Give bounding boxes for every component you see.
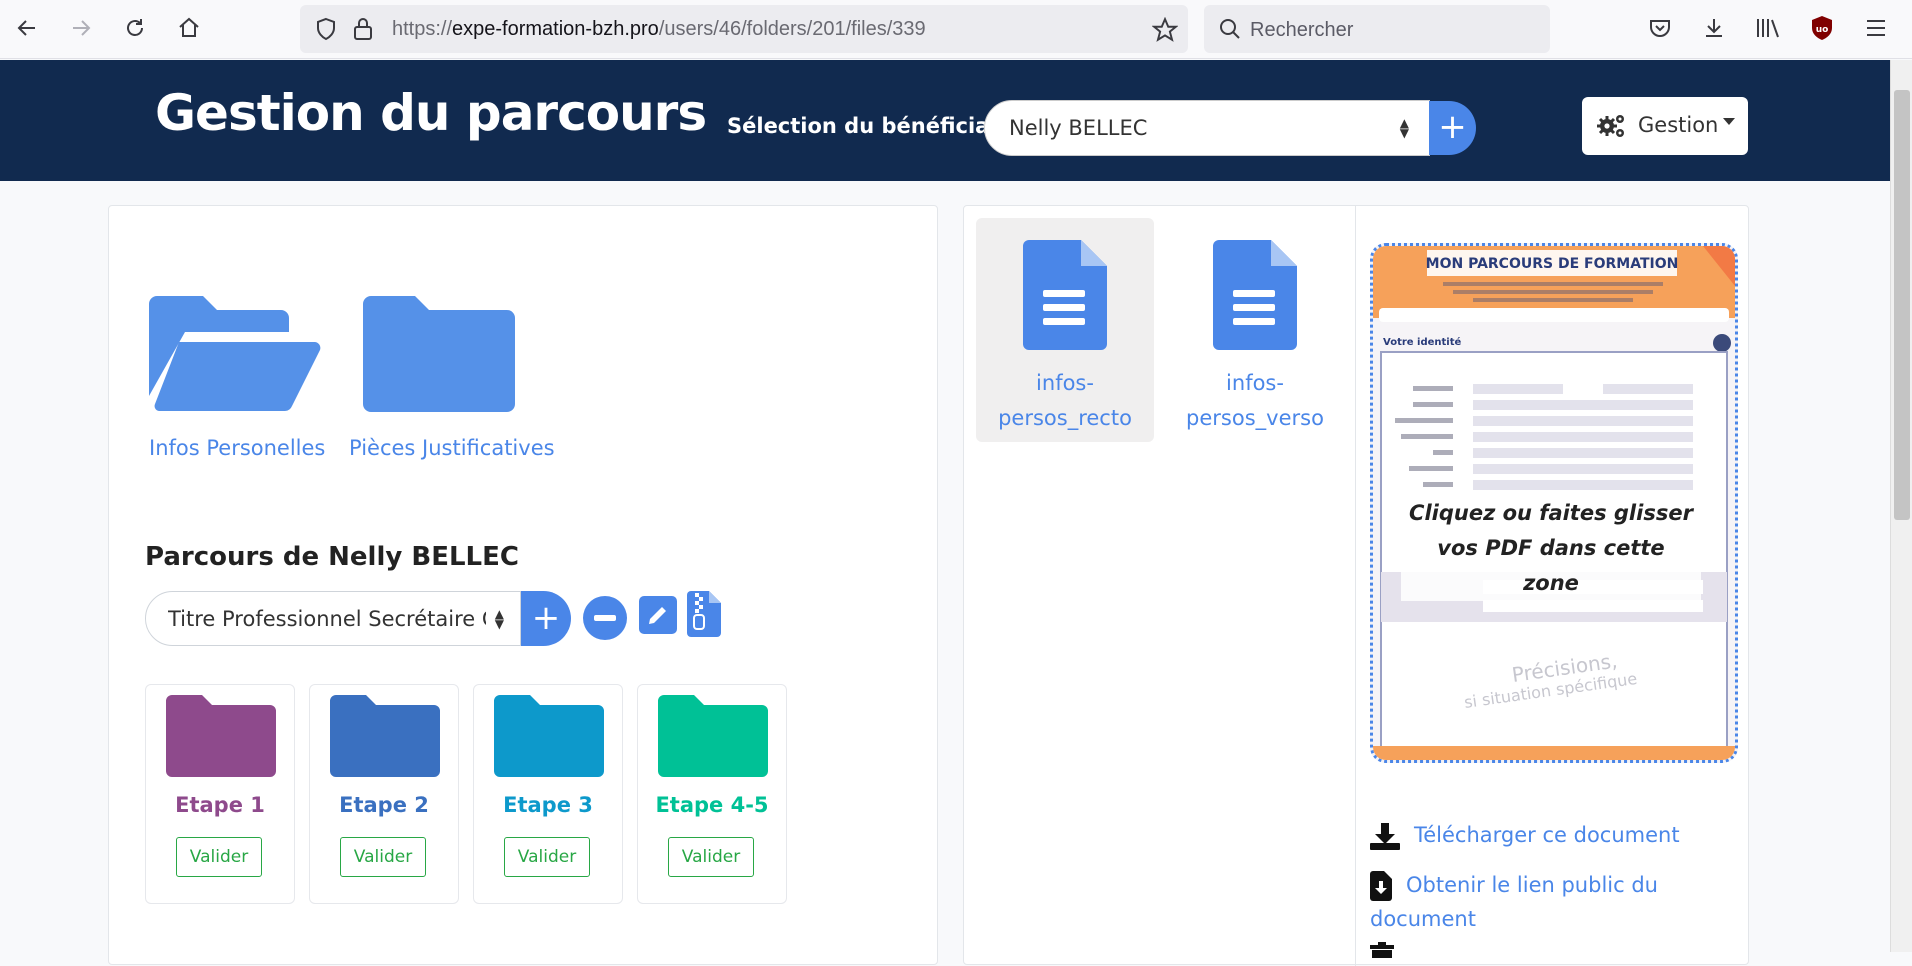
beneficiary-select[interactable]: Nelly BELLEC ▲ ▼ [984, 100, 1430, 156]
gestion-label: Gestion [1638, 113, 1719, 137]
folder-icon [363, 296, 515, 412]
etape-card-1[interactable]: Etape 1 Valider [145, 684, 295, 904]
bookmark-star-icon[interactable] [1151, 16, 1179, 47]
etape-card-3[interactable]: Etape 3 Valider [473, 684, 623, 904]
valider-button[interactable]: Valider [504, 837, 590, 877]
valider-button[interactable]: Valider [668, 837, 754, 877]
search-icon [1218, 17, 1242, 45]
trash-icon[interactable] [1370, 942, 1394, 962]
svg-text:uo: uo [1816, 25, 1829, 35]
parcours-selected-value: Titre Professionnel Secrétaire Comptable [168, 607, 486, 631]
download-icon [1370, 823, 1400, 850]
etape-card-2[interactable]: Etape 2 Valider [309, 684, 459, 904]
folder-pieces-justificatives[interactable]: Pièces Justificatives [349, 296, 555, 460]
file-label: infos-persos_recto [998, 371, 1132, 430]
thumbnail-section: Votre identité [1383, 336, 1462, 348]
pocket-icon[interactable] [1643, 11, 1677, 45]
add-beneficiary-button[interactable]: + [1429, 101, 1476, 155]
select-caret-icon: ▲ ▼ [494, 607, 504, 631]
etape-card-4[interactable]: Etape 4-5 Valider [637, 684, 787, 904]
url-domain: expe-formation-bzh.pro [452, 18, 659, 40]
valider-button[interactable]: Valider [340, 837, 426, 877]
remove-parcours-button[interactable] [583, 596, 627, 640]
back-icon[interactable] [10, 11, 44, 45]
browser-search-box[interactable]: Rechercher [1204, 5, 1550, 53]
chevron-down-icon [1723, 118, 1735, 125]
parcours-select[interactable]: Titre Professionnel Secrétaire Comptable… [145, 591, 521, 646]
file-item-recto[interactable]: infos-persos_recto [976, 218, 1154, 442]
valider-button[interactable]: Valider [176, 837, 262, 877]
forward-icon[interactable] [64, 11, 98, 45]
beneficiary-value: Nelly BELLEC [1009, 116, 1148, 140]
folder-label: Infos Personelles [149, 436, 326, 460]
file-item-verso[interactable]: infos-persos_verso [1166, 218, 1344, 442]
etape-name: Etape 1 [175, 793, 265, 817]
folder-icon [494, 695, 604, 777]
public-link-link[interactable]: Obtenir le lien public du document [1370, 868, 1670, 936]
downloads-icon[interactable] [1697, 11, 1731, 45]
panel-divider [1355, 206, 1356, 966]
folder-label: Pièces Justificatives [349, 436, 555, 460]
etape-name: Etape 2 [339, 793, 429, 817]
page-scrollbar[interactable] [1890, 60, 1912, 952]
library-icon[interactable] [1751, 11, 1785, 45]
gestion-dropdown-button[interactable]: Gestion [1582, 97, 1748, 155]
browser-toolbar: https://expe-formation-bzh.pro/users/46/… [0, 0, 1912, 59]
search-placeholder: Rechercher [1250, 19, 1354, 41]
download-zip-button[interactable] [687, 591, 721, 641]
beneficiary-label: Sélection du bénéficiaire [727, 114, 1022, 138]
address-bar[interactable]: https://expe-formation-bzh.pro/users/46/… [300, 5, 1188, 53]
app-header: Gestion du parcours Sélection du bénéfic… [0, 60, 1890, 181]
download-document-link[interactable]: Télécharger ce document [1370, 818, 1680, 852]
etape-name: Etape 4-5 [655, 793, 769, 817]
dropzone-text: Cliquez ou faites glisser vos PDF dans c… [1401, 496, 1701, 601]
document-icon [1213, 240, 1297, 350]
gears-icon [1596, 112, 1626, 144]
folder-open-icon [149, 296, 321, 411]
tracking-shield-icon[interactable] [314, 17, 338, 45]
file-download-icon [1370, 871, 1392, 901]
etape-name: Etape 3 [503, 793, 593, 817]
reload-icon[interactable] [118, 11, 152, 45]
pencil-icon [649, 607, 666, 624]
folder-infos-personelles[interactable]: Infos Personelles [149, 296, 326, 460]
menu-icon[interactable] [1859, 11, 1893, 45]
url-text[interactable]: https://expe-formation-bzh.pro/users/46/… [392, 18, 926, 41]
pdf-dropzone-preview[interactable]: MON PARCOURS DE FORMATION Votre identité [1370, 243, 1738, 763]
folder-icon [330, 695, 440, 777]
public-link-label: Obtenir le lien public du document [1370, 873, 1658, 931]
url-prefix: https:// [392, 18, 453, 40]
home-icon[interactable] [172, 11, 206, 45]
url-path: /users/46/folders/201/files/339 [658, 18, 926, 40]
download-label: Télécharger ce document [1414, 823, 1680, 847]
document-icon [1023, 240, 1107, 350]
ublock-icon[interactable]: uo [1805, 11, 1839, 45]
files-panel: infos-persos_recto infos-persos_verso MO… [963, 205, 1749, 966]
edit-parcours-button[interactable] [639, 596, 677, 634]
zip-file-icon [687, 591, 721, 637]
page-title: Gestion du parcours [155, 84, 707, 142]
scrollbar-thumb[interactable] [1894, 90, 1910, 520]
parcours-title: Parcours de Nelly BELLEC [145, 542, 519, 572]
select-caret-icon: ▲ ▼ [1399, 116, 1409, 140]
folders-panel: Infos Personelles Pièces Justificatives … [108, 205, 938, 965]
minus-icon [594, 615, 616, 621]
file-label: infos-persos_verso [1186, 371, 1324, 430]
add-parcours-button[interactable]: + [521, 591, 571, 646]
lock-icon[interactable] [352, 17, 374, 45]
folder-icon [658, 695, 768, 777]
folder-icon [166, 695, 276, 777]
thumbnail-title: MON PARCOURS DE FORMATION [1426, 256, 1679, 272]
